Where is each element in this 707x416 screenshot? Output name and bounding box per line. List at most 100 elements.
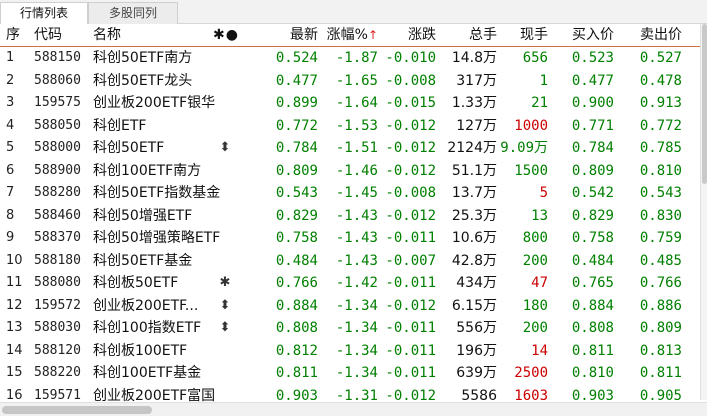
row-last: 0.766 [275,275,318,291]
row-code: 588180 [34,252,81,268]
header-code[interactable]: 代码 [34,24,90,46]
row-bid: 0.765 [571,275,614,291]
table-row[interactable]: 3 159575 创业板200ETF银华 0.899 -1.64 -0.015 1.33万 2… [0,92,700,115]
table-row[interactable]: 13 588030 科创100指数ETF ⬍ 0.808 -1.34 -0.011 556万 2… [0,317,700,340]
row-last: 0.543 [275,185,318,201]
row-bid: 0.477 [571,72,614,89]
header-last[interactable]: 最新 [240,24,318,46]
row-bid: 0.542 [571,185,614,201]
header-change-pct[interactable]: 涨幅%↑ [318,24,378,46]
row-index: 11 [6,275,23,290]
row-ask: 0.543 [639,185,682,201]
row-current-volume: 180 [522,297,548,314]
tab-bar: 行情列表 多股同列 [0,0,707,25]
row-volume: 51.1万 [451,162,497,179]
row-change: -0.011 [385,275,436,291]
row-change: -0.012 [385,140,436,156]
row-flag-icon: ⬍ [219,140,231,155]
tab-market-list[interactable]: 行情列表 [0,2,88,25]
table-row[interactable]: 12 159572 创业板200ETF... ⬍ 0.884 -1.34 -0.012 6.1… [0,295,700,318]
row-last: 0.829 [275,207,318,224]
row-last: 0.808 [275,320,318,336]
row-bid: 0.810 [571,365,614,381]
row-change: -0.008 [385,72,436,89]
table-row[interactable]: 8 588460 科创50增强ETF 0.829 -1.43 -0.012 25.3万 13 0… [0,205,700,228]
row-change-pct: -1.43 [335,252,378,269]
header-bid[interactable]: 买入价 [548,24,614,46]
row-index: 2 [6,72,15,88]
table-row[interactable]: 4 588050 科创ETF 0.772 -1.53 -0.012 127万 1000 0.77… [0,115,700,138]
row-change: -0.015 [385,95,436,111]
row-bid: 0.484 [571,252,614,269]
row-volume: 10.6万 [451,230,497,246]
row-change: -0.011 [385,365,436,381]
table-row[interactable]: 14 588120 科创板100ETF 0.812 -1.34 -0.011 196万 14 0… [0,340,700,363]
table-row[interactable]: 9 588370 科创50增强策略ETF 0.758 -1.43 -0.011 10.6万 8… [0,227,700,250]
row-last: 0.772 [275,117,318,134]
header-current-volume[interactable]: 现手 [497,24,548,46]
row-bid: 0.829 [571,207,614,224]
row-change-pct: -1.46 [335,162,378,179]
row-code: 588080 [34,275,81,290]
header-tools-icon[interactable]: ✱● [213,24,238,46]
table-row[interactable]: 10 588180 科创50ETF基金 0.484 -1.43 -0.007 42.8万 20… [0,250,700,273]
header-ask[interactable]: 卖出价 [614,24,682,46]
row-bid: 0.758 [571,230,614,246]
row-bid: 0.811 [571,342,614,359]
row-flag-icon [213,250,237,273]
horizontal-scrollbar[interactable] [0,402,707,416]
row-bid: 0.884 [571,297,614,314]
row-index: 7 [6,185,15,200]
row-flag-icon [213,160,237,183]
row-change-pct: -1.51 [335,140,378,156]
row-volume: 1.33万 [451,95,497,111]
row-current-volume: 800 [522,230,548,246]
row-change-pct: -1.42 [335,275,378,291]
row-volume: 25.3万 [451,207,497,224]
row-change: -0.011 [385,342,436,359]
row-volume: 6.15万 [451,297,497,314]
row-index: 5 [6,140,15,155]
table-row[interactable]: 7 588280 科创50ETF指数基金 0.543 -1.45 -0.008 13.7万 5… [0,182,700,205]
row-code: 588280 [34,185,81,200]
tab-multi-stock[interactable]: 多股同列 [88,2,178,24]
row-last: 0.884 [275,297,318,314]
table-row[interactable]: 2 588060 科创50ETF龙头 0.477 -1.65 -0.008 317万 1 0.4… [0,70,700,93]
row-index: 14 [6,342,23,358]
horizontal-scroll-thumb[interactable] [2,406,152,414]
row-index: 8 [6,207,15,223]
row-ask: 0.886 [639,297,682,314]
row-bid: 0.784 [571,140,614,156]
row-flag-icon: ⬍ [219,320,231,335]
row-volume: 556万 [456,320,497,336]
table-row[interactable]: 11 588080 科创板50ETF ✱ 0.766 -1.42 -0.011 434万 47 0… [0,272,700,295]
row-current-volume: 1000 [514,117,548,134]
row-change: -0.012 [385,162,436,179]
row-volume: 196万 [456,342,497,359]
row-change-pct: -1.34 [335,342,378,359]
row-flag-icon [213,70,237,93]
row-ask: 0.527 [639,50,682,66]
row-current-volume: 2500 [514,365,548,381]
row-ask: 0.772 [639,117,682,134]
header-volume[interactable]: 总手 [436,24,497,46]
row-volume: 127万 [456,117,497,134]
table-row[interactable]: 1 588150 科创50ETF南方 0.524 -1.87 -0.010 14.8万 656… [0,47,700,70]
header-change[interactable]: 涨跌 [378,24,436,46]
row-index: 6 [6,162,15,178]
row-change: -0.008 [385,185,436,201]
row-ask: 0.478 [639,72,682,89]
row-ask: 0.766 [639,275,682,291]
vertical-scrollbar[interactable] [700,24,707,400]
row-index: 12 [6,297,23,313]
header-index[interactable]: 序 [6,24,32,46]
row-code: 588220 [34,365,81,380]
row-last: 0.477 [275,72,318,89]
row-bid: 0.900 [571,95,614,111]
vertical-scroll-thumb[interactable] [702,24,707,184]
table-row[interactable]: 5 588000 科创50ETF ⬍ 0.784 -1.51 -0.012 2124万 9.09… [0,137,700,160]
table-row[interactable]: 15 588220 科创100ETF基金 0.811 -1.34 -0.011 639万 25… [0,362,700,385]
row-change-pct: -1.65 [335,72,378,89]
table-row[interactable]: 6 588900 科创100ETF南方 0.809 -1.46 -0.012 51.1万 15… [0,160,700,183]
row-current-volume: 5 [539,185,548,201]
